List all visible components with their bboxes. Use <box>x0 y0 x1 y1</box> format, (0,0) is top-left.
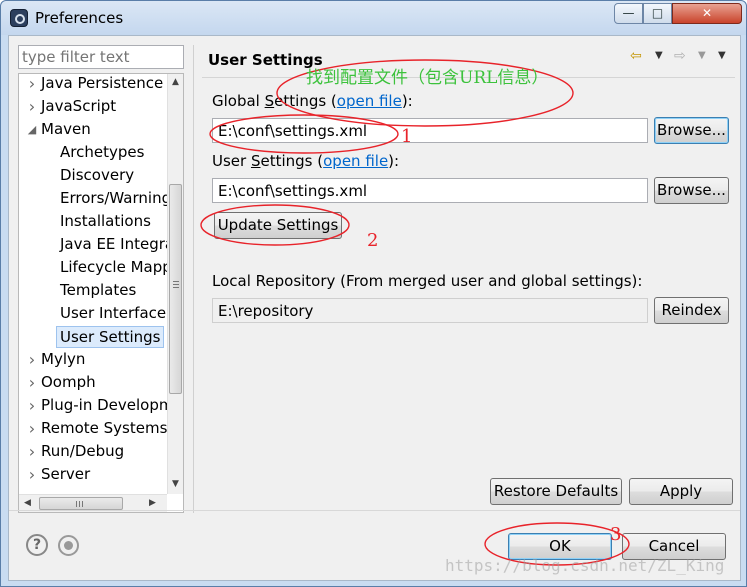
minimize-icon: — <box>622 6 635 20</box>
tree-item-label: Maven <box>41 120 91 138</box>
minimize-button[interactable]: — <box>614 3 643 24</box>
tree-item-label: Java EE Integration <box>60 235 167 253</box>
tree-item-label: Discovery <box>60 166 135 184</box>
preferences-window: Preferences — □ ✕ ›Java Persistence›Java… <box>0 0 747 587</box>
scroll-left-arrow-icon[interactable]: ◀ <box>24 498 31 508</box>
forward-arrow-icon[interactable]: ⇨ <box>674 48 686 64</box>
button-bar-separator <box>9 510 740 511</box>
global-browse-button[interactable]: Browse... <box>654 117 729 144</box>
tree-item-label: Java Persistence <box>41 74 164 92</box>
apply-button[interactable]: Apply <box>629 478 733 505</box>
collapsed-arrow-icon[interactable]: › <box>27 74 37 95</box>
scroll-up-arrow-icon[interactable]: ▲ <box>172 77 179 87</box>
tree-item[interactable]: › Run/Debug <box>19 440 167 463</box>
close-icon: ✕ <box>701 6 713 20</box>
tree-item-label: Lifecycle Mappings <box>60 258 167 276</box>
tree-item[interactable]: Installations <box>19 210 167 233</box>
tree-item[interactable]: › Oomph <box>19 371 167 394</box>
tree-vertical-scroll-thumb[interactable] <box>169 184 182 394</box>
tree-item-label: Plug-in Development <box>41 396 167 414</box>
tree-item[interactable]: Lifecycle Mappings <box>19 256 167 279</box>
tree-item-label: Remote Systems <box>41 419 167 437</box>
scroll-down-arrow-icon[interactable]: ▼ <box>172 479 179 489</box>
filter-input[interactable] <box>18 45 184 69</box>
restore-defaults-button[interactable]: Restore Defaults <box>490 478 622 505</box>
tree-item-label: Oomph <box>41 373 96 391</box>
collapsed-arrow-icon[interactable]: › <box>27 394 37 417</box>
tree-item[interactable]: ›Plug-in Development <box>19 394 167 417</box>
oomph-record-icon[interactable] <box>58 535 79 556</box>
local-repository-label: Local Repository (From merged user and g… <box>212 272 643 290</box>
tree-item[interactable]: › Remote Systems <box>19 417 167 440</box>
user-open-file-link[interactable]: open file <box>323 152 388 170</box>
tree-item-label: User Interface <box>60 304 167 322</box>
tree-item-label: JavaScript <box>41 97 117 115</box>
tree-item[interactable]: Templates <box>19 279 167 302</box>
eclipse-icon <box>10 9 28 27</box>
title-bar[interactable]: Preferences — □ ✕ <box>1 1 746 35</box>
back-history-chevron-icon[interactable]: ▼ <box>655 50 663 61</box>
tree-item[interactable]: ◢ Maven <box>19 118 167 141</box>
collapsed-arrow-icon[interactable]: › <box>27 348 37 371</box>
scroll-right-arrow-icon[interactable]: ▶ <box>149 498 156 508</box>
expanded-arrow-icon[interactable]: ◢ <box>27 118 37 141</box>
tree-item-label: Mylyn <box>41 350 86 368</box>
tree-item-label: Archetypes <box>60 143 145 161</box>
user-browse-button[interactable]: Browse... <box>654 177 729 204</box>
preference-tree: › Java Persistence › JavaScript ◢ Maven Archet… <box>18 73 184 513</box>
annotation-marker-3: 3 <box>610 524 622 545</box>
user-settings-label: User Settings (open file): <box>212 152 400 170</box>
pane-sash[interactable] <box>193 45 194 513</box>
collapsed-arrow-icon[interactable]: › <box>27 417 37 440</box>
user-settings-input[interactable] <box>212 178 648 203</box>
annotation-marker-1: 1 <box>401 126 413 147</box>
window-title: Preferences <box>35 9 124 27</box>
annotation-note: 找到配置文件（包含URL信息） <box>306 68 549 88</box>
tree-item[interactable]: Errors/Warnings <box>19 187 167 210</box>
maximize-icon: □ <box>651 6 664 20</box>
tree-item-label: Run/Debug <box>41 442 125 460</box>
tree-vertical-scrollbar[interactable]: ▲ ▼ <box>167 74 183 494</box>
tree-horizontal-scroll-thumb[interactable] <box>39 497 123 510</box>
dialog-body: ›Java Persistence›JavaScript◢MavenArchet… <box>8 35 741 581</box>
tree-item[interactable]: User Interface <box>19 302 167 325</box>
help-icon[interactable]: ? <box>26 534 48 556</box>
tree-item[interactable]: Discovery <box>19 164 167 187</box>
forward-history-chevron-icon[interactable]: ▼ <box>698 50 706 61</box>
tree-item[interactable]: › JavaScript <box>19 95 167 118</box>
collapsed-arrow-icon[interactable]: › <box>27 463 37 486</box>
update-settings-button[interactable]: Update Settings <box>214 212 342 239</box>
annotation-marker-2: 2 <box>367 230 379 251</box>
tree-item-label: User Settings <box>56 326 165 348</box>
global-settings-label: Global Settings (open file): <box>212 92 413 110</box>
tree-item-label: Installations <box>60 212 151 230</box>
tree-item[interactable]: › Mylyn <box>19 348 167 371</box>
tree-item[interactable]: › Server <box>19 463 167 486</box>
watermark: https://blog.csdn.net/ZL_King <box>445 556 725 575</box>
global-open-file-link[interactable]: open file <box>337 92 402 110</box>
collapsed-arrow-icon[interactable]: › <box>27 371 37 394</box>
tree-item-label: Errors/Warnings <box>60 189 167 207</box>
global-settings-input[interactable] <box>212 118 648 143</box>
reindex-button[interactable]: Reindex <box>654 297 729 324</box>
tree-item[interactable]: User Settings <box>19 325 167 348</box>
maximize-button[interactable]: □ <box>643 3 672 24</box>
collapsed-arrow-icon[interactable]: › <box>27 95 37 118</box>
tree-item[interactable]: Java EE Integration <box>19 233 167 256</box>
back-arrow-icon[interactable]: ⇦ <box>630 48 642 64</box>
close-button[interactable]: ✕ <box>672 3 742 24</box>
tree-item-label: Server <box>41 465 91 483</box>
local-repository-input <box>212 298 648 323</box>
view-menu-icon[interactable]: ▼ <box>718 50 726 61</box>
tree-item[interactable]: Archetypes <box>19 141 167 164</box>
tree-item[interactable]: › Java Persistence <box>19 74 167 95</box>
tree-item-label: Templates <box>60 281 137 299</box>
collapsed-arrow-icon[interactable]: › <box>27 440 37 463</box>
